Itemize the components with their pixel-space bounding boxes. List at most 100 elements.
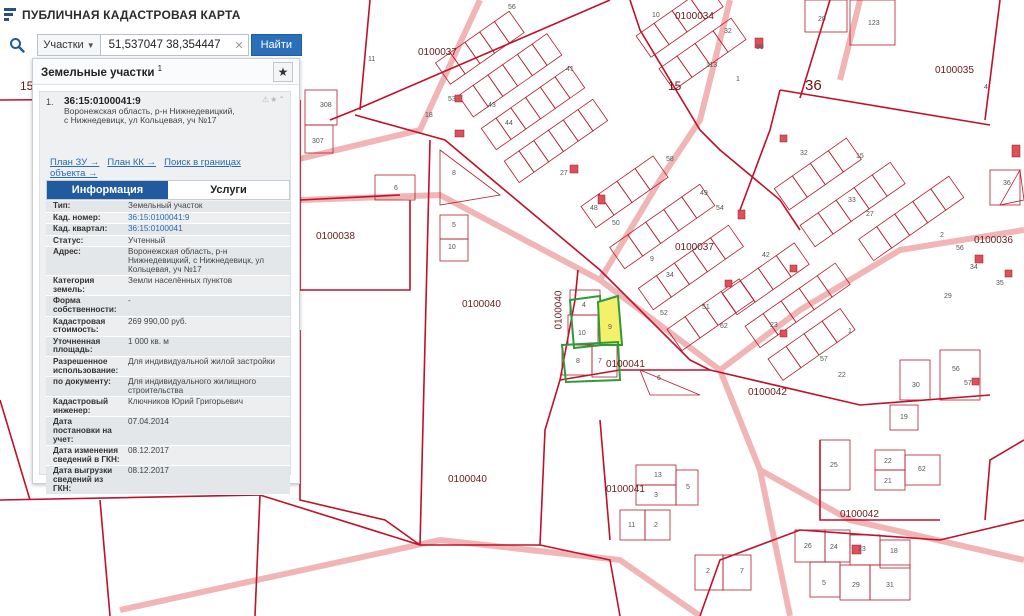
- property-value: Земельный участок: [128, 201, 203, 210]
- tab-services[interactable]: Услуги: [168, 181, 289, 199]
- property-row: Кад. квартал: 36:15:0100041: [46, 224, 290, 236]
- parcel-label: 24: [830, 544, 838, 551]
- parcel-label: 54: [716, 205, 724, 212]
- parcel-label: 58: [666, 156, 674, 163]
- parcel-label: 56: [508, 4, 516, 11]
- search-input[interactable]: 51,537047 38,354447 ✕: [100, 34, 249, 56]
- parcel-label: 42: [762, 252, 770, 259]
- property-row: Тип: Земельный участок: [46, 201, 290, 213]
- parcel-label: 21: [884, 478, 892, 485]
- property-key: Кад. номер:: [53, 212, 101, 222]
- quarter-label: 0100042: [748, 387, 787, 398]
- result-card: 1. 36:15:0100041:9 Воронежская область, …: [39, 91, 291, 496]
- parcel-label: 2: [940, 232, 944, 239]
- parcel-label: 23: [770, 322, 778, 329]
- property-value: 269 990,00 руб.: [128, 316, 187, 326]
- quarter-label: 0100040: [553, 290, 565, 330]
- parcel-label: 307: [312, 138, 324, 145]
- parcel-label: 4: [984, 84, 988, 91]
- parcel-label: 8: [452, 170, 456, 177]
- parcel-label: 2: [706, 568, 710, 575]
- result-links: План ЗУ → План КК → Поиск в границах объект…: [50, 157, 270, 179]
- property-row: Уточненная площадь: 1 000 кв. м: [46, 336, 290, 357]
- property-row: Дата выгрузки сведений из ГКН: 08.12.2017: [46, 466, 290, 496]
- parcel-label: 18: [890, 548, 898, 555]
- quarter-label: 0100034: [675, 11, 714, 22]
- parcels: [304, 0, 1024, 601]
- property-row: Статус: Учтенный: [46, 235, 290, 248]
- parcel-label: 10: [652, 12, 660, 19]
- search-in-bounds-link-cont[interactable]: объекта →: [50, 168, 98, 179]
- parcel-label: 26: [804, 543, 812, 550]
- result-index: 1.: [46, 97, 54, 107]
- region-label: 36: [805, 77, 822, 94]
- property-row: Дата постановки на учет: 07.04.2014: [46, 417, 290, 447]
- app-header: ПУБЛИЧНАЯ КАДАСТРОВАЯ КАРТА: [4, 4, 241, 26]
- parcel-label: 29: [944, 293, 952, 300]
- parcel-label: 56: [956, 245, 964, 252]
- close-icon[interactable]: ✕: [234, 39, 243, 52]
- quarter-label: 0100040: [462, 299, 501, 310]
- tab-information[interactable]: Информация: [47, 181, 168, 199]
- parcel-label: 33: [848, 197, 856, 204]
- district-label: 15: [668, 79, 682, 93]
- parcel-label: 1: [736, 76, 740, 83]
- search-query: 51,537047 38,354447: [108, 39, 221, 51]
- property-value: Учтенный: [128, 235, 166, 245]
- parcel-label: 27: [866, 211, 874, 218]
- parcel-label: 25: [830, 462, 838, 469]
- result-address: Воронежская область, р-н Нижнедевицкий, …: [64, 106, 235, 125]
- parcel-label: 5: [686, 484, 690, 491]
- parcel-label: 20: [818, 16, 826, 23]
- quarter-label: 0100035: [935, 65, 974, 76]
- parcel-label: 34: [970, 264, 978, 271]
- result-action-icons[interactable]: ⚠★⌃: [262, 95, 286, 104]
- property-key: Уточненная площадь:: [53, 336, 101, 355]
- parcel-label: 53: [448, 96, 456, 103]
- property-key: Статус:: [53, 235, 84, 245]
- parcel-label: 11: [628, 522, 636, 529]
- search-icon[interactable]: [6, 34, 27, 56]
- property-key: Кад. квартал:: [53, 224, 108, 234]
- result-header[interactable]: 1. 36:15:0100041:9 Воронежская область, …: [40, 92, 290, 152]
- property-key: Кадастровый инженер:: [53, 397, 109, 415]
- parcel-label: 7: [740, 568, 744, 575]
- parcel-label: 32: [724, 28, 732, 35]
- property-key: Категория земель:: [53, 276, 95, 294]
- parcel-label: 5: [452, 222, 456, 229]
- parcel-label: 15: [856, 153, 864, 160]
- parcel-label: 10: [448, 244, 456, 251]
- plan-zu-link[interactable]: План ЗУ →: [50, 157, 99, 168]
- property-value: Для индивидуального жилищного строительс…: [128, 377, 257, 395]
- parcel-label: 62: [720, 323, 728, 330]
- property-row: Дата изменения сведений в ГКН: 08.12.2017: [46, 446, 290, 467]
- search-type-select[interactable]: Участки ▼: [37, 34, 101, 56]
- search-in-bounds-link[interactable]: Поиск в границах: [164, 157, 241, 168]
- property-key: Тип:: [53, 201, 71, 210]
- property-value[interactable]: 36:15:0100041: [124, 224, 290, 235]
- parcel-label: 19: [900, 414, 908, 421]
- parcel-label: 41: [566, 66, 574, 73]
- parcel-label: 6: [394, 185, 398, 192]
- plan-kk-link[interactable]: План КК →: [107, 157, 156, 168]
- property-value: Для индивидуальной жилой застройки: [128, 356, 276, 366]
- parcel-label: 30: [912, 382, 920, 389]
- parcel-label: 9: [650, 256, 654, 263]
- property-key: Дата изменения сведений в ГКН:: [53, 446, 120, 464]
- parcel-label: 2: [654, 522, 658, 529]
- parcel-label: 9: [608, 324, 612, 331]
- parcel-label: 6: [657, 375, 661, 382]
- property-value: 07.04.2014: [128, 417, 169, 427]
- parcel-label: 22: [884, 458, 892, 465]
- quarter-label: 0100041: [606, 484, 645, 495]
- property-key: по документу:: [53, 377, 111, 387]
- parcel-label: 11: [368, 56, 376, 63]
- property-row: Кадастровый инженер: Ключников Юрий Григо…: [46, 397, 290, 418]
- property-key: Разрешенное использование:: [53, 356, 119, 375]
- parcel-label: 23: [858, 546, 866, 553]
- parcel-label: 50: [612, 220, 620, 227]
- favorite-star-icon[interactable]: ★: [273, 61, 293, 82]
- panel-header: Земельные участки 1 ★: [33, 59, 299, 85]
- property-value[interactable]: 36:15:0100041:9: [124, 213, 290, 224]
- find-button[interactable]: Найти: [250, 34, 302, 56]
